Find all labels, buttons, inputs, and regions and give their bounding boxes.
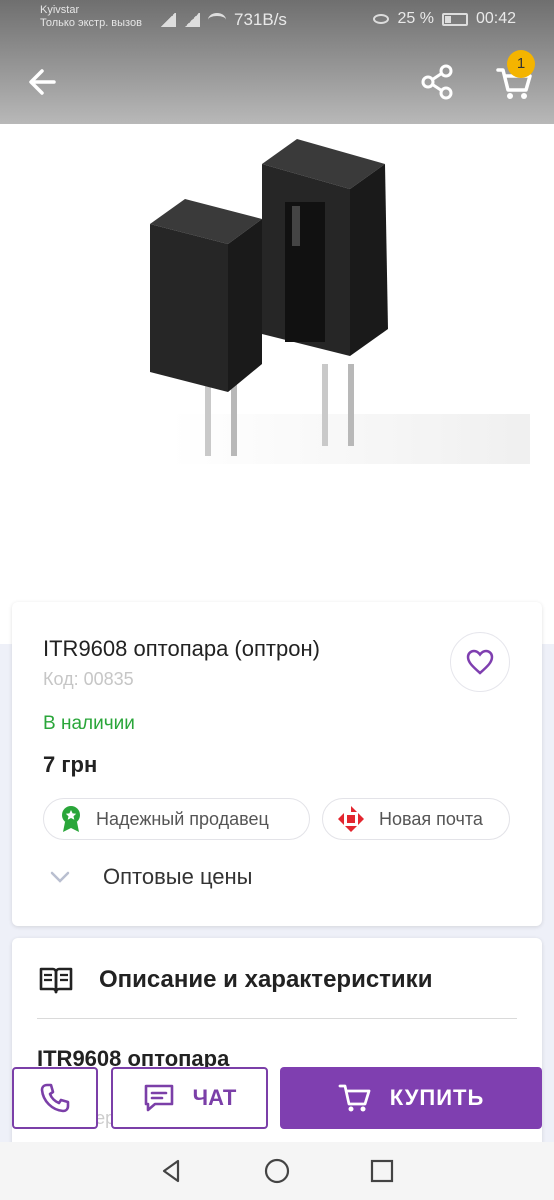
reliable-seller-label: Надежный продавец [96, 808, 269, 829]
signal-icon [160, 13, 176, 27]
chat-icon [144, 1084, 173, 1112]
wholesale-prices-toggle[interactable]: Оптовые цены [49, 864, 253, 890]
wholesale-prices-label: Оптовые цены [103, 864, 253, 889]
carrier-name: Kyivstar [40, 4, 80, 16]
favorite-button[interactable] [450, 632, 510, 692]
arrow-left-icon [29, 69, 56, 95]
status-bar: Kyivstar Только экстр. вызов 731B/s 25 %… [0, 0, 554, 40]
nav-recents-icon[interactable] [368, 1157, 396, 1185]
product-screen: Kyivstar Только экстр. вызов 731B/s 25 %… [0, 0, 554, 1200]
product-title: ITR9608 оптопара (оптрон) [43, 636, 320, 661]
chevron-down-icon [50, 871, 70, 883]
battery-icon [441, 12, 468, 26]
call-button[interactable] [12, 1067, 98, 1129]
carrier-info: Kyivstar Только экстр. вызов [40, 4, 142, 30]
nav-home-icon[interactable] [263, 1157, 291, 1185]
network-speed: 731B/s [234, 10, 287, 29]
battery-percent: 25 % [397, 10, 434, 27]
book-icon [39, 967, 73, 994]
cart-icon [338, 1084, 371, 1112]
share-button[interactable] [418, 62, 458, 102]
optocoupler-photo [0, 124, 554, 644]
share-icon [421, 64, 453, 100]
cart-count-badge: 1 [507, 50, 535, 78]
description-heading: Описание и характеристики [99, 966, 433, 993]
nav-back-icon[interactable] [158, 1157, 186, 1185]
status-indicators: 731B/s [160, 10, 287, 30]
reliable-seller-badge[interactable]: Надежный продавец [43, 798, 310, 840]
nova-poshta-badge[interactable]: Новая почта [322, 798, 510, 840]
app-bar: Kyivstar Только экстр. вызов 731B/s 25 %… [0, 0, 554, 124]
chat-label: ЧАТ [192, 1085, 237, 1110]
emergency-only: Только экстр. вызов [40, 17, 142, 29]
availability-status: В наличии [43, 713, 135, 734]
description-header[interactable]: Описание и характеристики [39, 966, 432, 994]
buy-label: КУПИТЬ [389, 1085, 485, 1110]
award-icon [62, 806, 80, 832]
signal-2-icon [184, 13, 200, 27]
status-right: 25 % 00:42 [373, 10, 516, 28]
nova-poshta-label: Новая почта [379, 808, 483, 829]
product-image[interactable] [0, 124, 554, 644]
divider [37, 1018, 517, 1019]
system-nav-bar [0, 1142, 554, 1200]
heart-icon [466, 649, 494, 675]
product-info-card: ITR9608 оптопара (оптрон) Код: 00835 В н… [12, 602, 542, 926]
chat-button[interactable]: ЧАТ [111, 1067, 268, 1129]
buy-button[interactable]: КУПИТЬ [280, 1067, 542, 1129]
product-price: 7 грн [43, 752, 98, 777]
clock: 00:42 [475, 10, 516, 27]
back-button[interactable] [24, 62, 64, 102]
nova-poshta-icon [338, 806, 364, 832]
eye-comfort-icon [373, 14, 390, 24]
wifi-icon [208, 13, 226, 27]
phone-icon [40, 1083, 70, 1113]
product-code: Код: 00835 [43, 669, 134, 689]
